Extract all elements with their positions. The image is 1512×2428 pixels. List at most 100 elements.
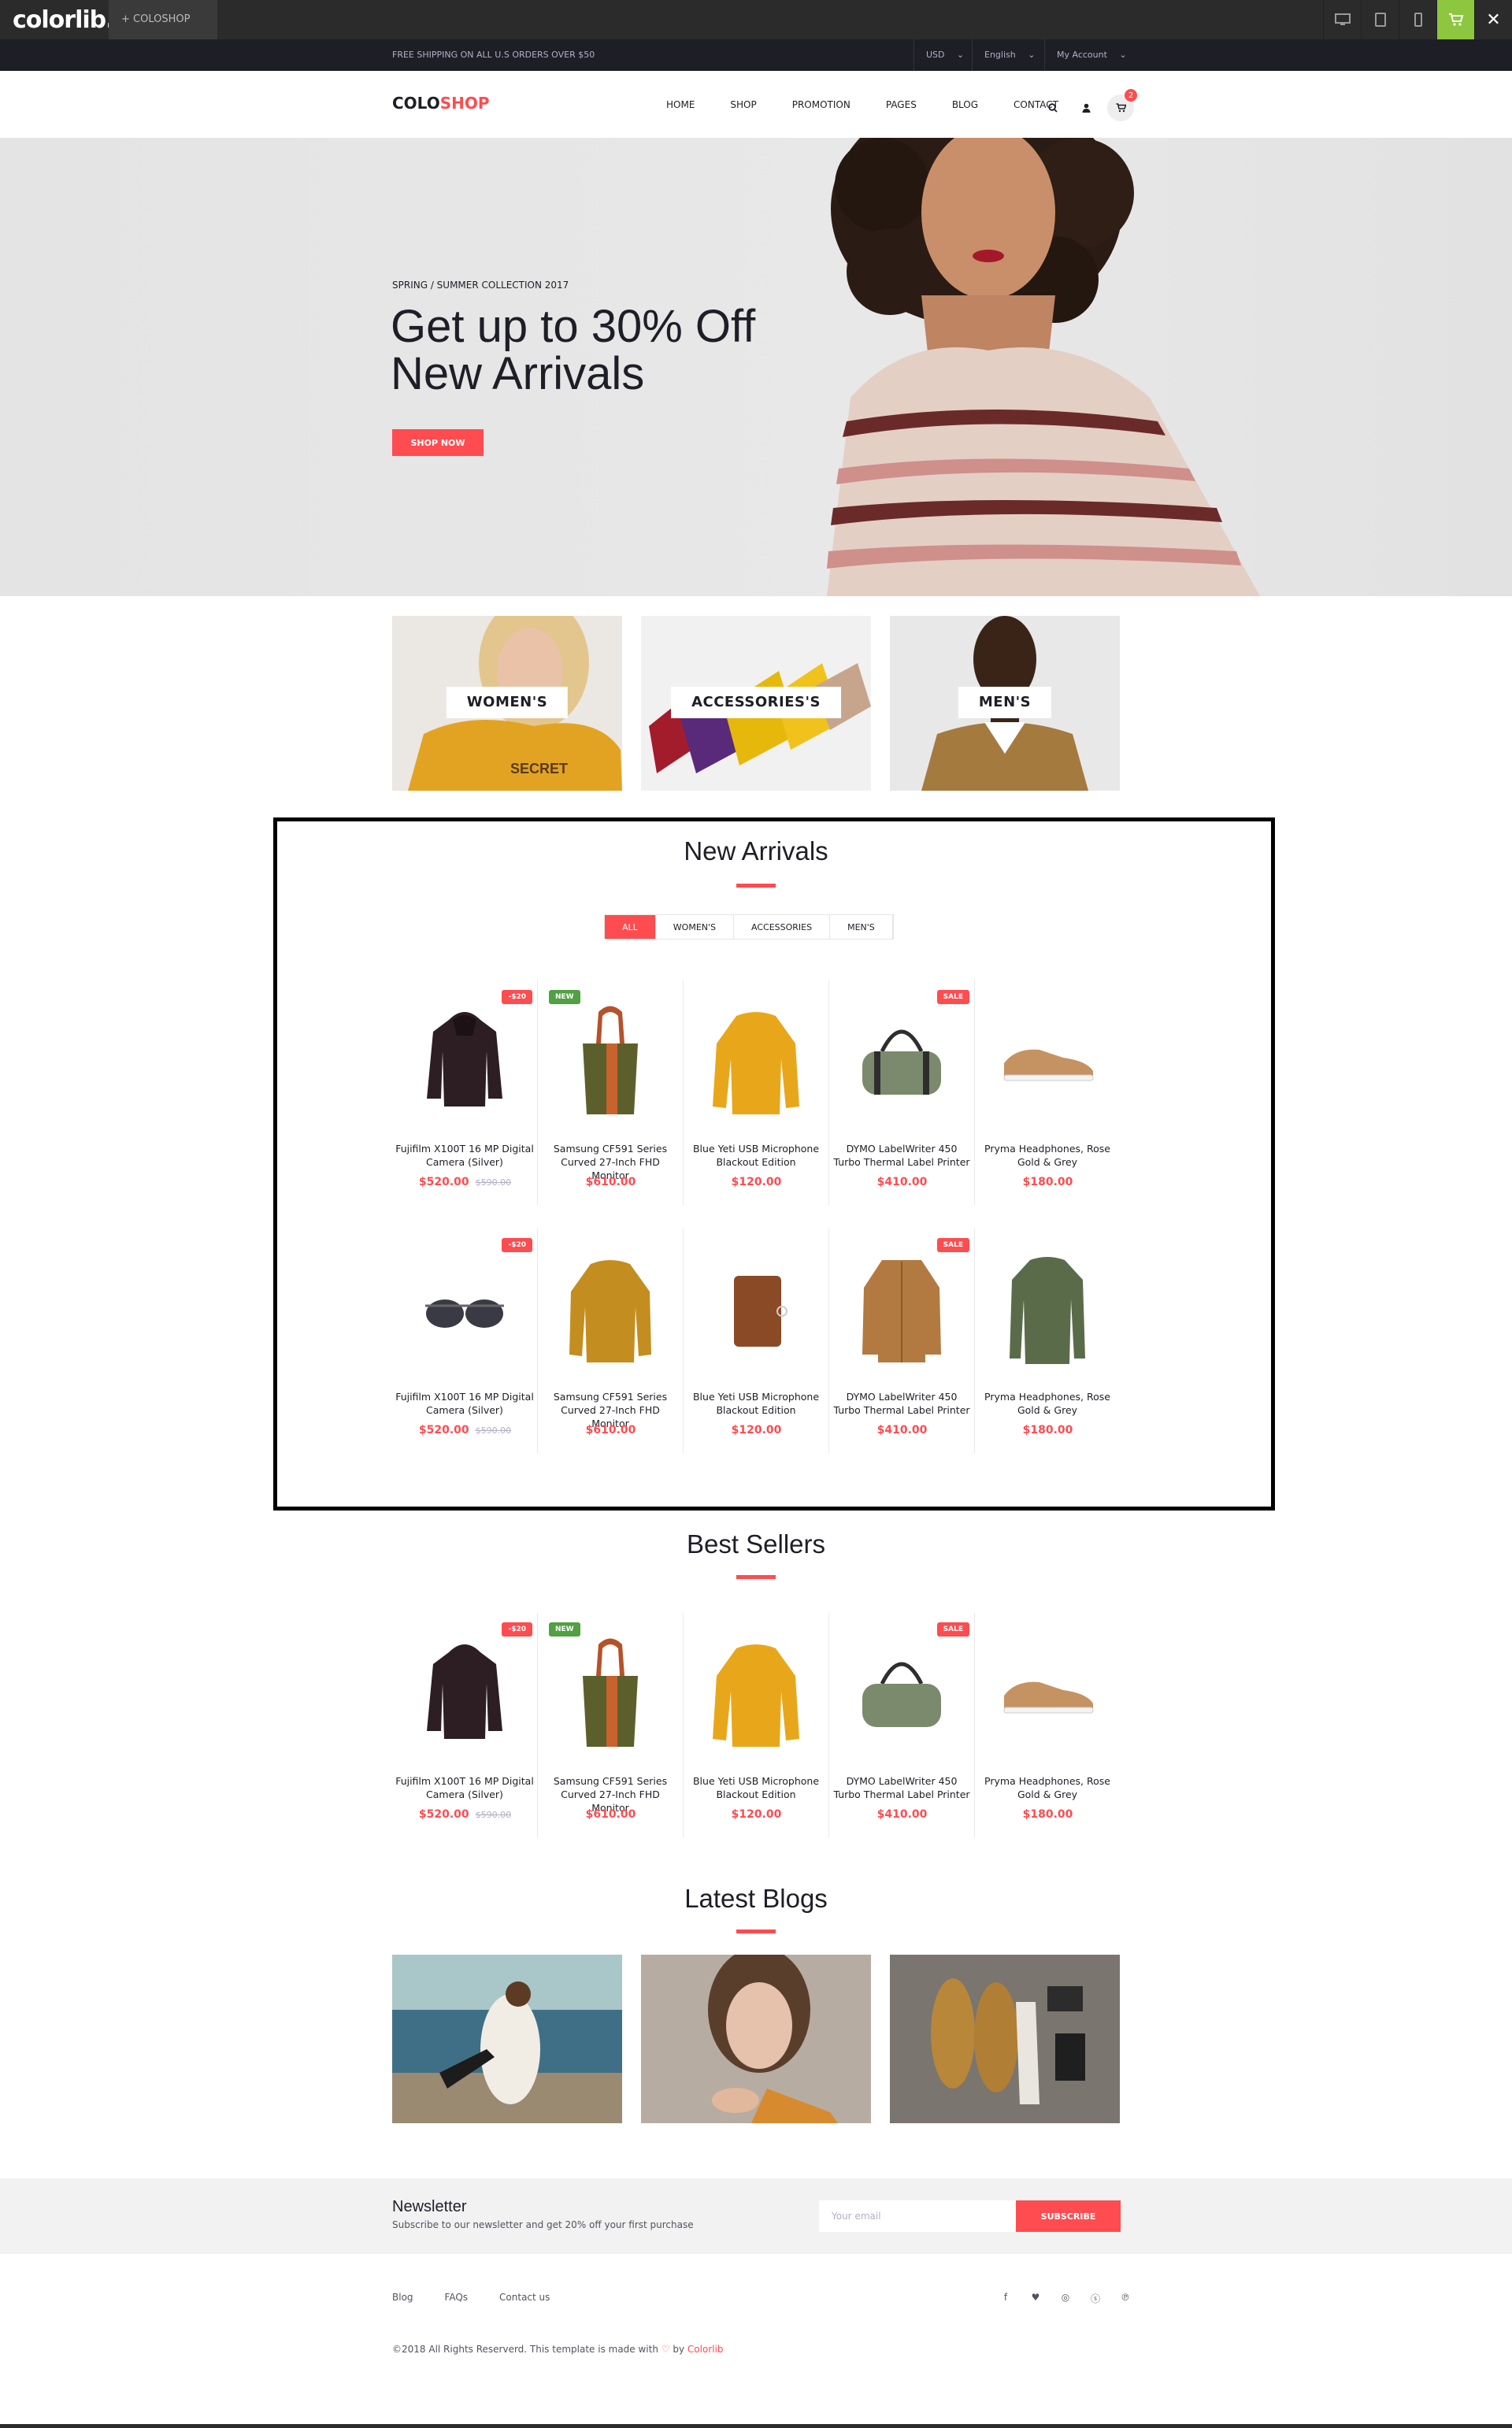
currency-label: USD: [926, 50, 945, 60]
desktop-icon[interactable]: [1323, 0, 1361, 39]
tablet-icon[interactable]: [1361, 0, 1399, 39]
category-banner-accessories[interactable]: ACCESSORIES'S: [641, 616, 871, 791]
product-name[interactable]: Fujifilm X100T 16 MP Digital Camera (Sil…: [395, 1774, 534, 1801]
currency-select[interactable]: USD ⌄: [926, 50, 964, 60]
filter-womens[interactable]: WOMEN'S: [656, 915, 735, 939]
top-notice-bar: FREE SHIPPING ON ALL U.S ORDERS OVER $50…: [0, 39, 1512, 71]
product-image-wallet: [734, 1276, 788, 1347]
product-card[interactable]: SALE DYMO LabelWriter 450 Turbo Thermal …: [829, 1613, 975, 1837]
product-name[interactable]: DYMO LabelWriter 450 Turbo Thermal Label…: [832, 1390, 971, 1417]
current-price: $610.00: [585, 1424, 636, 1436]
product-card[interactable]: Pryma Headphones, Rose Gold & Grey $180.…: [975, 1229, 1121, 1453]
nav-pages[interactable]: PAGES: [886, 99, 917, 110]
cart-button[interactable]: 2: [1107, 89, 1137, 121]
current-price: $120.00: [731, 1176, 782, 1188]
subscribe-button[interactable]: SUBSCRIBE: [1016, 2200, 1121, 2232]
mobile-icon[interactable]: [1399, 0, 1436, 39]
product-price: $410.00: [829, 1176, 975, 1188]
close-icon[interactable]: ✕: [1474, 0, 1512, 39]
product-image-hoodie: [427, 1012, 502, 1107]
product-name[interactable]: Pryma Headphones, Rose Gold & Grey: [978, 1390, 1117, 1417]
account-select[interactable]: My Account ⌄: [1057, 50, 1127, 60]
blog-card-beach[interactable]: [392, 1955, 622, 2123]
product-name[interactable]: Pryma Headphones, Rose Gold & Grey: [978, 1142, 1117, 1169]
language-select[interactable]: English ⌄: [984, 50, 1035, 60]
product-card[interactable]: Blue Yeti USB Microphone Blackout Editio…: [684, 1613, 829, 1837]
blog-image-woman-portrait: [641, 1955, 871, 2123]
blog-card-accessories[interactable]: [890, 1955, 1120, 2123]
shop-now-button[interactable]: SHOP NOW: [392, 429, 484, 456]
product-price: $610.00: [538, 1424, 684, 1436]
product-card[interactable]: NEW Samsung CF591 Series Curved 27-Inch …: [538, 980, 684, 1205]
title-underline: [736, 884, 776, 888]
old-price: $590.00: [475, 1425, 512, 1436]
product-card[interactable]: -$20 Fujifilm X100T 16 MP Digital Camera…: [392, 1229, 538, 1453]
product-card[interactable]: Blue Yeti USB Microphone Blackout Editio…: [684, 980, 829, 1205]
product-card[interactable]: -$20 Fujifilm X100T 16 MP Digital Camera…: [392, 1613, 538, 1837]
chevron-down-icon: ⌄: [957, 50, 965, 60]
product-price: $410.00: [829, 1808, 975, 1821]
skype-icon[interactable]: ⓢ: [1080, 2292, 1110, 2305]
category-banner-men[interactable]: MEN'S: [890, 616, 1120, 791]
product-card[interactable]: NEW Samsung CF591 Series Curved 27-Inch …: [538, 1613, 684, 1837]
product-card[interactable]: Pryma Headphones, Rose Gold & Grey $180.…: [975, 1613, 1121, 1837]
product-card[interactable]: -$20 Fujifilm X100T 16 MP Digital Camera…: [392, 980, 538, 1205]
search-icon[interactable]: [1041, 96, 1065, 120]
product-image-hoodie: [427, 1644, 502, 1739]
nav-home[interactable]: HOME: [666, 99, 695, 110]
product-card[interactable]: Blue Yeti USB Microphone Blackout Editio…: [684, 1229, 829, 1453]
filter-accessories[interactable]: ACCESSORIES: [734, 915, 831, 939]
current-price: $520.00: [418, 1176, 469, 1188]
product-name[interactable]: Blue Yeti USB Microphone Blackout Editio…: [687, 1774, 825, 1801]
twitter-icon[interactable]: ♥: [1021, 2292, 1051, 2305]
category-banner-women[interactable]: SECRET WOMEN'S: [392, 616, 622, 791]
product-name[interactable]: Pryma Headphones, Rose Gold & Grey: [978, 1774, 1117, 1801]
discount-badge: -$20: [502, 1622, 532, 1637]
facebook-icon[interactable]: f: [991, 2292, 1021, 2305]
nav-promotion[interactable]: PROMOTION: [792, 99, 850, 110]
best-sellers-title: Best Sellers: [686, 1529, 826, 1559]
nav-blog[interactable]: BLOG: [952, 99, 978, 110]
user-icon[interactable]: [1074, 96, 1098, 120]
filter-all[interactable]: ALL: [605, 915, 656, 939]
product-card[interactable]: SALE DYMO LabelWriter 450 Turbo Thermal …: [829, 1229, 975, 1453]
product-name[interactable]: Fujifilm X100T 16 MP Digital Camera (Sil…: [395, 1390, 534, 1417]
shipping-notice: FREE SHIPPING ON ALL U.S ORDERS OVER $50: [392, 50, 595, 60]
blog-card-portrait[interactable]: [641, 1955, 871, 2123]
product-image-sneaker: [1003, 1049, 1094, 1081]
product-name[interactable]: Blue Yeti USB Microphone Blackout Editio…: [687, 1390, 825, 1417]
product-price: $180.00: [975, 1176, 1121, 1188]
new-badge: NEW: [549, 1622, 580, 1637]
product-card[interactable]: Pryma Headphones, Rose Gold & Grey $180.…: [975, 980, 1121, 1205]
cart-icon[interactable]: [1436, 0, 1474, 39]
sale-badge: SALE: [936, 1622, 969, 1637]
product-name[interactable]: DYMO LabelWriter 450 Turbo Thermal Label…: [832, 1774, 971, 1801]
pinterest-icon[interactable]: ℗: [1110, 2292, 1140, 2305]
hero-title: Get up to 30% Off New Arrivals: [391, 303, 755, 398]
product-card[interactable]: Samsung CF591 Series Curved 27-Inch FHD …: [538, 1229, 684, 1453]
product-price: $180.00: [975, 1808, 1121, 1821]
footer-link-blog[interactable]: Blog: [392, 2292, 413, 2303]
current-price: $410.00: [876, 1424, 928, 1436]
product-card[interactable]: SALE DYMO LabelWriter 450 Turbo Thermal …: [829, 980, 975, 1205]
discount-badge: -$20: [502, 1238, 532, 1252]
nav-shop[interactable]: SHOP: [730, 99, 756, 110]
colorlib-logo[interactable]: colorlib.: [13, 6, 115, 34]
product-image-yellow-sweater: [713, 1012, 799, 1114]
footer-link-faqs[interactable]: FAQs: [445, 2292, 469, 2303]
colorlib-link[interactable]: Colorlib: [687, 2344, 724, 2355]
site-logo[interactable]: COLOSHOP: [392, 94, 490, 113]
filter-mens[interactable]: MEN'S: [830, 915, 893, 939]
product-name[interactable]: Blue Yeti USB Microphone Blackout Editio…: [687, 1142, 825, 1169]
instagram-icon[interactable]: ◎: [1051, 2292, 1080, 2305]
email-input[interactable]: Your email: [819, 2200, 1016, 2232]
footer-link-contact[interactable]: Contact us: [499, 2292, 550, 2303]
coloshop-tab[interactable]: + COLOSHOP: [109, 0, 217, 39]
new-badge: NEW: [549, 990, 580, 1004]
main-header: COLOSHOP HOME SHOP PROMOTION PAGES BLOG …: [0, 71, 1512, 138]
product-name[interactable]: DYMO LabelWriter 450 Turbo Thermal Label…: [832, 1142, 971, 1169]
hero-slider: SPRING / SUMMER COLLECTION 2017 Get up t…: [0, 138, 1512, 596]
product-image-duffel-bag: [862, 1029, 941, 1095]
newsletter-subtitle: Subscribe to our newsletter and get 20% …: [392, 2219, 694, 2230]
product-name[interactable]: Fujifilm X100T 16 MP Digital Camera (Sil…: [395, 1142, 534, 1169]
